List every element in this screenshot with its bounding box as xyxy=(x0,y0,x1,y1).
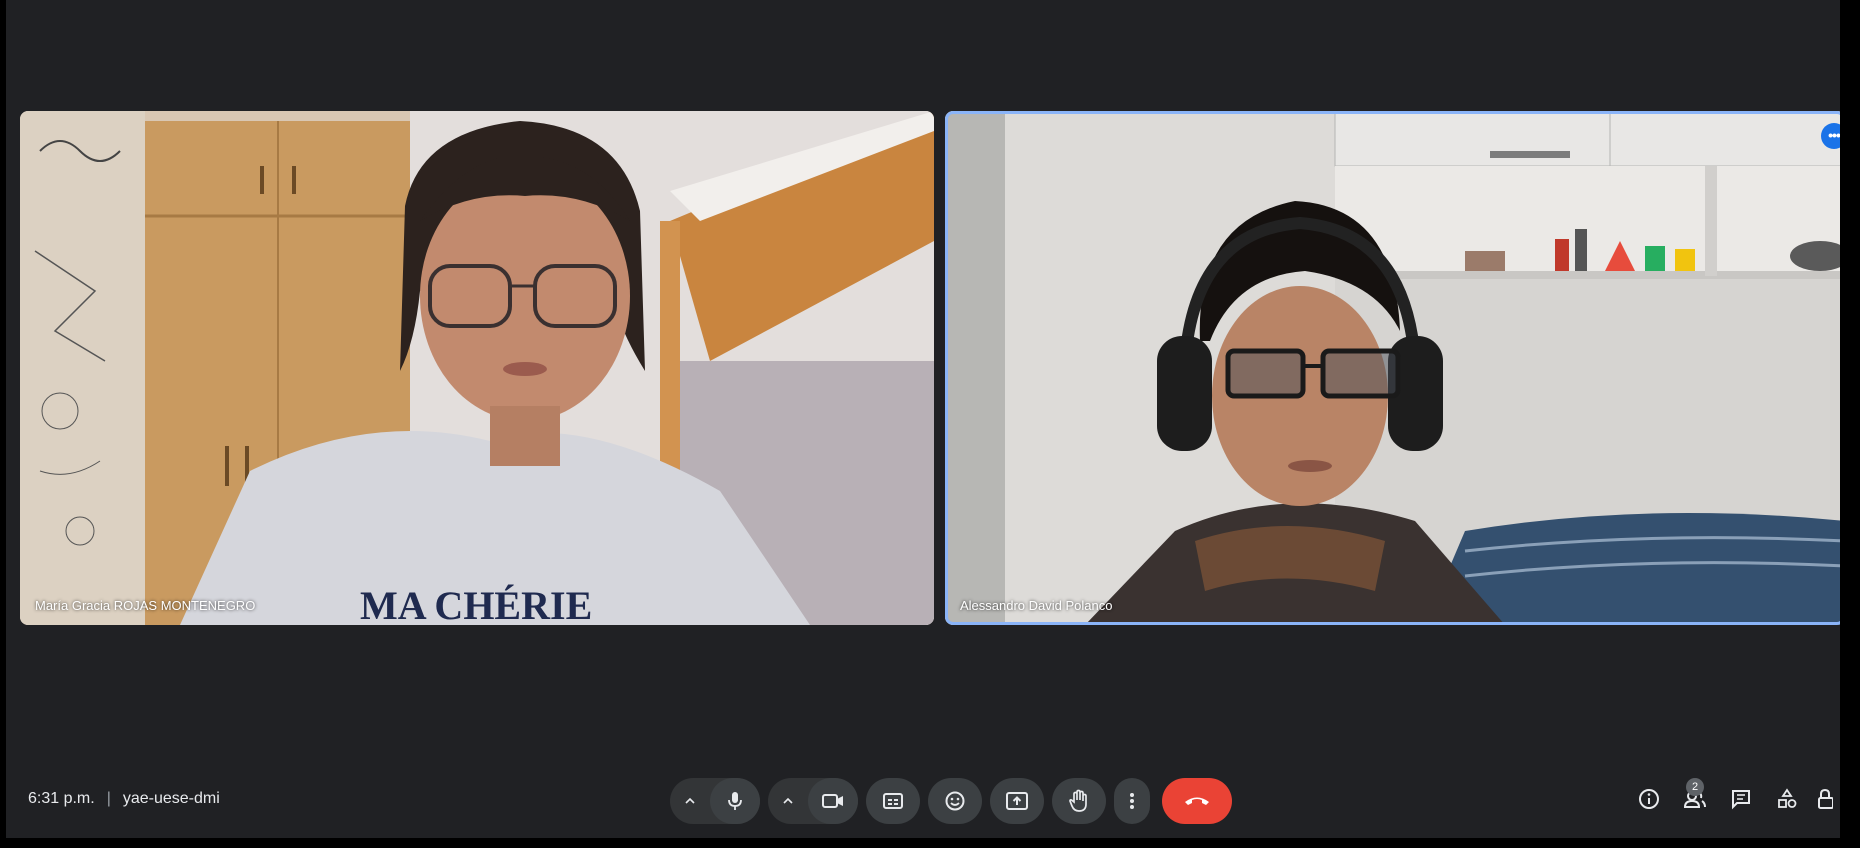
participant-name-left: María Gracia ROJAS MONTENEGRO xyxy=(35,598,256,613)
more-vertical-icon xyxy=(1130,793,1134,809)
meeting-code: yae-uese-dmi xyxy=(122,790,220,807)
chevron-up-icon xyxy=(685,797,695,804)
participant-tile-right[interactable]: ••• Alessandro David Polanco xyxy=(945,111,1840,625)
audio-options-button[interactable] xyxy=(670,778,710,824)
activities-button[interactable] xyxy=(1764,776,1810,822)
raise-hand-button[interactable] xyxy=(1052,778,1106,824)
call-controls xyxy=(666,778,1236,824)
chevron-up-icon xyxy=(783,797,793,804)
end-call-button[interactable] xyxy=(1162,778,1232,824)
video-camera-icon xyxy=(822,794,843,808)
side-panel-controls: 2 xyxy=(1626,776,1840,822)
people-button[interactable]: 2 xyxy=(1672,776,1718,822)
meet-window: MA CHÉRIE María Gracia ROJAS MONTENEGRO xyxy=(6,0,1840,838)
microphone-button[interactable] xyxy=(710,778,760,824)
present-screen-button[interactable] xyxy=(990,778,1044,824)
closed-captions-icon xyxy=(883,793,903,809)
camera-button[interactable] xyxy=(808,778,858,824)
info-icon xyxy=(1639,789,1659,809)
meeting-details-button[interactable] xyxy=(1626,776,1672,822)
captions-button[interactable] xyxy=(866,778,920,824)
lock-icon xyxy=(1818,788,1833,809)
meeting-info-separator: | xyxy=(106,790,111,807)
more-options-button[interactable] xyxy=(1114,778,1150,824)
people-count-badge: 2 xyxy=(1686,778,1704,796)
participant-name-right: Alessandro David Polanco xyxy=(960,598,1113,613)
video-options-button[interactable] xyxy=(768,778,808,824)
emoji-reaction-button[interactable] xyxy=(928,778,982,824)
microphone-icon xyxy=(728,792,742,810)
activities-icon xyxy=(1778,788,1797,808)
more-horizontal-icon[interactable]: ••• xyxy=(1821,123,1840,149)
meeting-info: 6:31 p.m. | yae-uese-dmi xyxy=(28,790,220,808)
present-screen-icon xyxy=(1006,792,1028,810)
participant-video-left: MA CHÉRIE xyxy=(20,111,934,625)
participant-video-right xyxy=(945,111,1840,625)
meeting-time: 6:31 p.m. xyxy=(28,790,95,807)
end-call-icon xyxy=(1185,797,1209,805)
participant-tile-left[interactable]: MA CHÉRIE María Gracia ROJAS MONTENEGRO xyxy=(20,111,934,625)
emoji-icon xyxy=(945,791,965,811)
raise-hand-icon xyxy=(1069,789,1087,812)
audio-control-group xyxy=(670,778,760,824)
chat-button[interactable] xyxy=(1718,776,1764,822)
chat-icon xyxy=(1732,790,1750,810)
video-control-group xyxy=(768,778,858,824)
host-controls-button[interactable] xyxy=(1810,776,1840,822)
svg-text:MA CHÉRIE: MA CHÉRIE xyxy=(360,583,592,625)
